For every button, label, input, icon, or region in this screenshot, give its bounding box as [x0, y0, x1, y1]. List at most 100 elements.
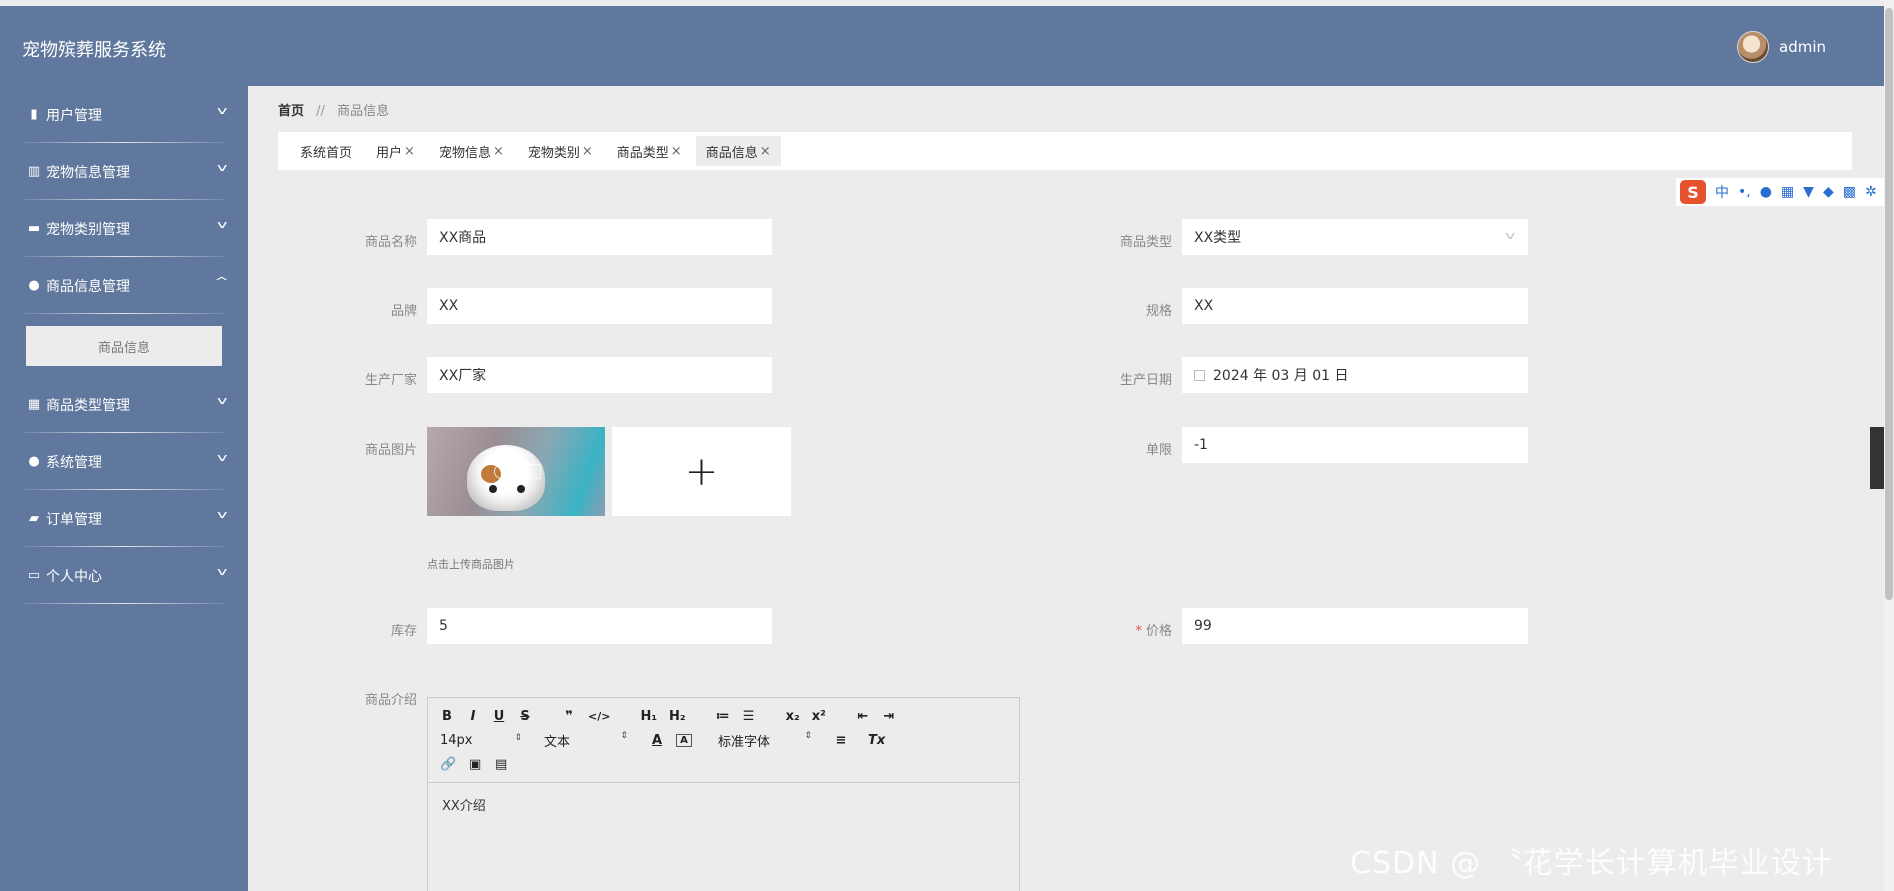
product-type-label: 商品类型 [1119, 235, 1172, 250]
font-family-select[interactable]: 标准字体 ⇕ [718, 731, 812, 750]
delete-icon[interactable] [526, 464, 541, 479]
sidebar-item-system-management[interactable]: ● 系统管理 v [0, 433, 248, 490]
ime-toolbar: S 中 •, ● ▦ ▼ ◆ ▩ ✲ [1676, 178, 1894, 206]
align-button[interactable]: ≡ [834, 733, 848, 748]
tab-pet-info[interactable]: 宠物信息 × [429, 136, 514, 166]
strike-button[interactable]: S [518, 709, 532, 724]
font-size-select[interactable]: 14px ⇕ [440, 733, 522, 748]
bold-button[interactable]: B [440, 709, 454, 724]
indent-button[interactable]: ⇥ [882, 709, 896, 724]
sidebar-item-pet-category-management[interactable]: ▬ 宠物类别管理 v [0, 200, 248, 257]
blockquote-button[interactable]: ❞ [562, 709, 576, 724]
sidebar-item-product-info-management[interactable]: ● 商品信息管理 ^ [0, 257, 248, 314]
heading1-button[interactable]: H₁ [640, 709, 657, 724]
manufacturer-label: 生产厂家 [364, 373, 417, 388]
price-input[interactable]: 99 [1182, 608, 1528, 644]
microphone-icon[interactable]: ● [1760, 184, 1772, 200]
close-icon[interactable]: × [493, 144, 504, 159]
video-icon[interactable]: ▤ [494, 757, 508, 772]
gamepad-icon[interactable]: ◆ [1823, 184, 1834, 200]
breadcrumb-home[interactable]: 首页 [278, 104, 304, 119]
chevron-down-icon: v [1505, 229, 1516, 242]
product-name-input[interactable]: XX商品 [427, 219, 772, 255]
breadcrumb: 首页 // 商品信息 [278, 100, 389, 119]
username[interactable]: admin [1779, 38, 1826, 56]
sidebar: ▮ 用户管理 v ▥ 宠物信息管理 v ▬ 宠物类别管理 v ● 商品信息管理 … [0, 86, 248, 891]
sidebar-item-label: 订单管理 [46, 511, 102, 528]
close-icon[interactable]: × [404, 144, 415, 159]
sidebar-item-pet-info-management[interactable]: ▥ 宠物信息管理 v [0, 143, 248, 200]
chevron-down-icon: v [217, 104, 228, 117]
link-icon[interactable]: 🔗 [440, 757, 456, 772]
user-menu[interactable]: admin [1737, 31, 1826, 63]
sidebar-item-user-management[interactable]: ▮ 用户管理 v [0, 86, 248, 143]
close-icon[interactable]: × [671, 144, 682, 159]
heading2-button[interactable]: H₂ [669, 709, 686, 724]
scrollbar-thumb[interactable] [1885, 8, 1893, 600]
editor-content[interactable]: XX介绍 [428, 783, 1019, 826]
ime-lang-toggle[interactable]: 中 [1715, 182, 1729, 202]
zoom-icon[interactable] [494, 464, 509, 479]
sidebar-item-product-type-management[interactable]: ▦ 商品类型管理 v [0, 376, 248, 433]
avatar[interactable] [1737, 31, 1769, 63]
apps-icon[interactable]: ▩ [1843, 184, 1856, 200]
text-color-button[interactable]: A [650, 733, 664, 748]
cat-eye [489, 485, 497, 493]
underline-button[interactable]: U [492, 709, 506, 724]
sidebar-item-label: 宠物信息管理 [46, 164, 130, 181]
spec-input[interactable]: XX [1182, 288, 1528, 324]
production-date-label: 生产日期 [1119, 373, 1172, 388]
tab-label: 宠物类别 [527, 145, 580, 161]
format-value: 文本 [544, 734, 571, 750]
sidebar-item-order-management[interactable]: ▰ 订单管理 v [0, 490, 248, 547]
product-intro-label: 商品介绍 [364, 693, 417, 708]
sidebar-subitem-product-info[interactable]: 商品信息 [26, 326, 222, 366]
app-title: 宠物殡葬服务系统 [22, 40, 166, 61]
ordered-list-button[interactable]: ≔ [716, 709, 730, 724]
product-type-select[interactable]: XX类型 v [1182, 219, 1528, 255]
tab-pet-category[interactable]: 宠物类别 × [518, 136, 603, 166]
sogou-logo-icon[interactable]: S [1680, 180, 1706, 204]
tab-home[interactable]: 系统首页 [290, 136, 362, 166]
bullet-list-button[interactable]: ☰ [742, 709, 756, 724]
format-select[interactable]: 文本 ⇕ [544, 731, 628, 750]
settings-icon[interactable]: ✲ [1865, 184, 1877, 200]
skin-icon[interactable]: ▼ [1803, 184, 1814, 200]
superscript-button[interactable]: x² [812, 709, 826, 724]
side-panel-handle[interactable] [1870, 427, 1884, 489]
price-label: * 价格 [1072, 620, 1172, 639]
stock-input[interactable]: 5 [427, 608, 772, 644]
product-image-thumbnail[interactable] [427, 427, 605, 516]
calendar-icon [1194, 369, 1205, 381]
ime-punct-toggle[interactable]: •, [1738, 184, 1751, 200]
brand-input[interactable]: XX [427, 288, 772, 324]
tab-product-type[interactable]: 商品类型 × [607, 136, 692, 166]
stock-label: 库存 [390, 624, 417, 639]
clear-format-button[interactable]: Tx [868, 733, 885, 748]
sidebar-item-personal-center[interactable]: ▭ 个人中心 v [0, 547, 248, 604]
background-color-button[interactable]: A [676, 733, 692, 747]
tab-label: 宠物信息 [438, 145, 491, 161]
clipboard-icon: ▮ [30, 107, 38, 122]
purchase-limit-input[interactable]: -1 [1182, 427, 1528, 463]
sort-icon: ⇕ [804, 730, 812, 741]
code-block-button[interactable]: </> [588, 710, 610, 723]
close-icon[interactable]: × [760, 144, 771, 159]
product-image-label: 商品图片 [364, 443, 417, 458]
subscript-button[interactable]: x₂ [786, 709, 800, 724]
image-upload-button[interactable]: + [612, 427, 791, 516]
production-date-picker[interactable]: 2024 年 03 月 01 日 [1182, 357, 1528, 393]
close-icon[interactable]: × [582, 144, 593, 159]
italic-button[interactable]: I [466, 709, 480, 724]
chevron-up-icon: ^ [214, 275, 229, 288]
tab-user[interactable]: 用户 × [366, 136, 425, 166]
tab-product-info[interactable]: 商品信息 × [695, 136, 781, 166]
image-icon[interactable]: ▣ [468, 757, 482, 772]
scrollbar[interactable] [1884, 0, 1894, 891]
sidebar-item-label: 商品信息管理 [46, 278, 130, 295]
manufacturer-input[interactable]: XX厂家 [427, 357, 772, 393]
sidebar-item-label: 用户管理 [46, 107, 102, 124]
outdent-button[interactable]: ⇤ [856, 709, 870, 724]
keyboard-icon[interactable]: ▦ [1781, 184, 1794, 200]
cat-eye [517, 485, 525, 493]
